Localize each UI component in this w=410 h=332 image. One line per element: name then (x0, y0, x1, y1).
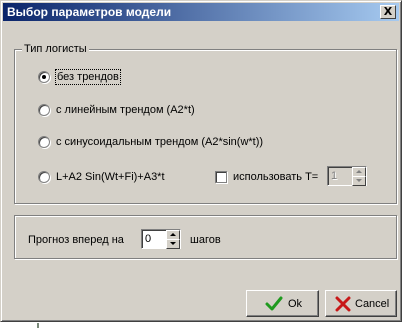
forecast-steps-input[interactable]: 0 (145, 232, 151, 246)
close-icon: X (383, 5, 393, 18)
ok-button-label: Ok (288, 298, 303, 310)
t-value-spin-edit[interactable]: 1 (327, 166, 367, 186)
arrow-down-icon (170, 242, 176, 245)
arrow-up-icon (356, 170, 362, 173)
radio-combined-model[interactable]: L+A2 Sin(Wt+Fi)+A3*t (38, 171, 198, 185)
t-value-decrement-button[interactable] (352, 176, 366, 186)
forecast-suffix-label: шагов (190, 234, 221, 246)
cross-icon (335, 296, 351, 312)
forecast-steps-spin-edit[interactable]: 0 (141, 229, 181, 249)
checkmark-icon (265, 296, 283, 311)
use-t-checkbox[interactable] (215, 171, 227, 183)
background-strip (0, 322, 410, 332)
radio-label-linear-trend: с линейным трендом (A2*t) (56, 104, 195, 116)
arrow-down-icon (356, 179, 362, 182)
title-bar[interactable]: Выбор параметров модели X (3, 3, 399, 21)
radio-button[interactable] (38, 104, 50, 116)
radio-no-trend[interactable]: без трендов (38, 69, 158, 85)
radio-label-sinusoidal-trend: с синусоидальным трендом (A2*sin(w*t)) (56, 136, 264, 148)
dialog-window: Выбор параметров модели X Тип логисты бе… (0, 0, 402, 322)
close-button[interactable]: X (380, 5, 396, 19)
use-t-label: использовать T= (233, 171, 319, 183)
radio-sinusoidal-trend[interactable]: с синусоидальным трендом (A2*sin(w*t)) (38, 136, 298, 150)
forecast-steps-decrement-button[interactable] (166, 239, 180, 249)
logistic-type-group-title: Тип логисты (22, 42, 89, 56)
background-mark (37, 323, 39, 328)
radio-button[interactable] (38, 136, 50, 148)
t-value-input[interactable]: 1 (331, 169, 337, 183)
arrow-up-icon (170, 233, 176, 236)
window-title: Выбор параметров модели (7, 5, 172, 19)
forecast-prefix-label: Прогноз вперед на (28, 234, 124, 246)
ok-button[interactable]: Ok (246, 290, 319, 317)
radio-button[interactable] (38, 71, 50, 83)
radio-button[interactable] (38, 171, 50, 183)
cancel-button-label: Cancel (355, 298, 390, 310)
radio-label-combined-model: L+A2 Sin(Wt+Fi)+A3*t (56, 171, 165, 183)
radio-linear-trend[interactable]: с линейным трендом (A2*t) (38, 104, 238, 118)
cancel-button[interactable]: Cancel (325, 290, 397, 317)
radio-label-no-trend: без трендов (55, 69, 121, 85)
